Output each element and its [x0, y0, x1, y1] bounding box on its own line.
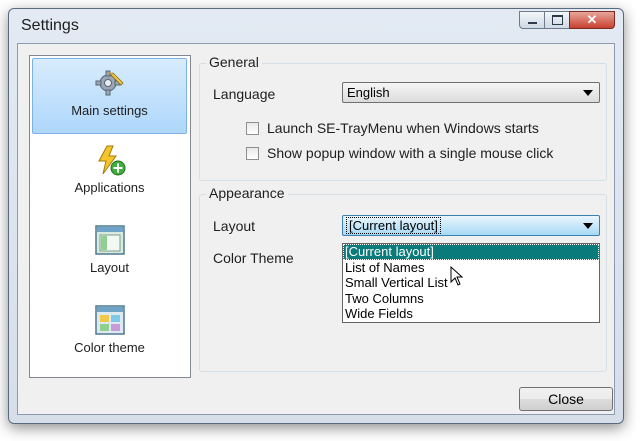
- sidebar-item-label: Main settings: [71, 103, 148, 118]
- launch-on-startup-checkbox[interactable]: [246, 121, 259, 135]
- sidebar-item-main-settings[interactable]: Main settings: [32, 58, 187, 134]
- single-click-popup-row: Show popup window with a single mouse cl…: [246, 145, 553, 161]
- layout-icon: [94, 224, 126, 256]
- dropdown-option-list-of-names[interactable]: List of Names: [343, 260, 599, 276]
- close-button[interactable]: Close: [519, 387, 613, 411]
- chevron-down-icon: [583, 223, 593, 229]
- close-icon: ✕: [586, 12, 598, 27]
- launch-on-startup-row: Launch SE-TrayMenu when Windows starts: [246, 120, 539, 136]
- single-click-popup-label[interactable]: Show popup window with a single mouse cl…: [267, 145, 553, 161]
- dropdown-option-two-columns[interactable]: Two Columns: [343, 291, 599, 307]
- appearance-group-title: Appearance: [206, 185, 288, 201]
- dropdown-option-wide-fields[interactable]: Wide Fields: [343, 306, 599, 322]
- launch-on-startup-label[interactable]: Launch SE-TrayMenu when Windows starts: [267, 120, 539, 136]
- language-value: English: [347, 85, 390, 100]
- general-group-title: General: [206, 54, 262, 70]
- settings-client-area: Main settings Applications Layout Color …: [17, 43, 615, 415]
- mouse-cursor-icon: [450, 266, 464, 286]
- sidebar-item-applications[interactable]: Applications: [32, 136, 187, 212]
- window-controls: ✕: [519, 11, 615, 29]
- language-label: Language: [213, 86, 276, 102]
- lightning-add-icon: [94, 144, 126, 176]
- color-grid-icon: [94, 304, 126, 336]
- settings-window: Settings ✕ Main settings Applications La…: [8, 8, 624, 424]
- chevron-down-icon: [583, 90, 593, 96]
- window-title: Settings: [21, 17, 79, 34]
- color-theme-label: Color Theme: [213, 250, 294, 266]
- layout-label: Layout: [213, 218, 256, 234]
- title-bar[interactable]: Settings ✕: [9, 9, 623, 43]
- maximize-button[interactable]: [544, 11, 570, 29]
- settings-sidebar: Main settings Applications Layout Color …: [29, 55, 191, 378]
- dropdown-option-small-vertical-list[interactable]: Small Vertical List: [343, 275, 599, 291]
- sidebar-item-layout[interactable]: Layout: [32, 216, 187, 292]
- minimize-button[interactable]: [519, 11, 545, 29]
- single-click-popup-checkbox[interactable]: [246, 146, 259, 160]
- layout-dropdown-list: [Current layout] List of Names Small Ver…: [342, 243, 600, 323]
- layout-value: [Current layout]: [346, 217, 441, 234]
- sidebar-item-label: Color theme: [74, 340, 145, 355]
- sidebar-item-color-theme[interactable]: Color theme: [32, 296, 187, 372]
- language-select[interactable]: English: [342, 82, 600, 103]
- sidebar-item-label: Applications: [74, 180, 145, 195]
- layout-select[interactable]: [Current layout]: [342, 215, 600, 236]
- close-window-button[interactable]: ✕: [569, 11, 615, 29]
- minimize-icon: [527, 22, 537, 24]
- gear-icon: [94, 67, 126, 99]
- sidebar-item-label: Layout: [89, 260, 130, 275]
- dropdown-option-current-layout[interactable]: [Current layout]: [343, 244, 599, 260]
- maximize-icon: [551, 15, 563, 25]
